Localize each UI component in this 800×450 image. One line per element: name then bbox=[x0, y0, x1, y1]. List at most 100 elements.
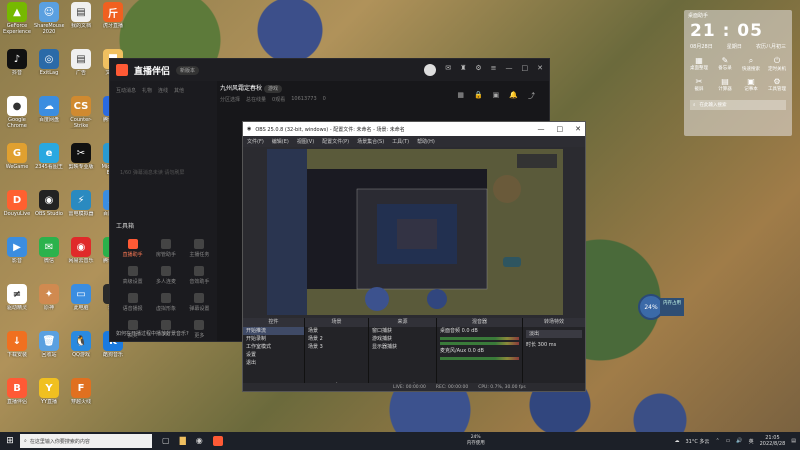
version-badge[interactable]: 新版本 bbox=[176, 65, 200, 75]
tab-gifts[interactable]: 礼物 bbox=[142, 87, 152, 94]
source-item[interactable]: 显示器捕获 bbox=[369, 343, 436, 351]
taskbar-clock[interactable]: 21:05 2022/8/28 bbox=[760, 435, 786, 447]
minimize-icon[interactable]: — bbox=[506, 64, 513, 76]
desktop-icon[interactable]: ▲ GeForce Experience bbox=[2, 2, 32, 42]
desktop-icon[interactable]: ✉ 微信 bbox=[34, 237, 64, 277]
exit-button[interactable]: 退出 bbox=[243, 359, 304, 367]
weather-icon[interactable]: ☁ bbox=[674, 438, 679, 444]
minimize-icon[interactable]: — bbox=[538, 125, 545, 133]
desktop-icon[interactable]: B 直播伴侣 bbox=[2, 378, 32, 418]
desktop-icon[interactable]: ♪ 抖音 bbox=[2, 49, 32, 89]
menu-icon[interactable]: ≡ bbox=[491, 64, 497, 76]
desktop-icon[interactable]: ✦ 原神 bbox=[34, 284, 64, 324]
toolbox-item[interactable]: 多人连麦 bbox=[149, 266, 182, 285]
volume-slider[interactable] bbox=[440, 342, 519, 345]
weather-text[interactable]: 31°C 多云 bbox=[685, 438, 709, 445]
close-icon[interactable]: ✕ bbox=[575, 125, 581, 133]
desktop-icon[interactable]: ✂ 剪映专业版 bbox=[66, 143, 96, 183]
tab-messages[interactable]: 互动消息 bbox=[116, 87, 136, 94]
obs-menu-item[interactable]: 编辑(E) bbox=[272, 138, 289, 145]
widget-tool[interactable]: ⌕ 快速搜索 bbox=[738, 56, 764, 72]
desktop-icon[interactable]: ▤ 广告 bbox=[66, 49, 96, 89]
toolbox-item[interactable]: 主播任务 bbox=[183, 239, 216, 258]
obs-menu-item[interactable]: 视图(V) bbox=[297, 138, 314, 145]
widget-tool[interactable]: ✎ 备忘录 bbox=[712, 56, 738, 72]
shirt-icon[interactable]: ♜ bbox=[460, 64, 466, 76]
desktop-icon[interactable]: ☁百度网盘 bbox=[34, 96, 64, 136]
desktop-icon[interactable]: ☺ ShareMouse 2020 bbox=[34, 2, 64, 42]
widget-tool[interactable]: ▣ 记事本 bbox=[738, 77, 764, 92]
avatar[interactable] bbox=[424, 64, 437, 76]
toolbox-item[interactable]: 直播助手 bbox=[116, 239, 149, 258]
desktop-icon[interactable]: e 2345看图王 bbox=[34, 143, 64, 183]
start-streaming-button[interactable]: 开始推流 bbox=[243, 327, 304, 335]
desktop-icon[interactable]: ● Google Chrome bbox=[2, 96, 32, 136]
toolbox-item[interactable]: 虚拟形象 bbox=[149, 293, 182, 312]
scene-item[interactable]: 场景 2 bbox=[305, 335, 368, 343]
task-view-icon[interactable]: ▢ bbox=[162, 436, 170, 446]
stream-app-taskbar-icon[interactable] bbox=[212, 436, 223, 446]
layout-icon[interactable]: ▦ bbox=[457, 91, 464, 101]
widget-tool[interactable]: ▦ 桌面整理 bbox=[686, 56, 712, 72]
obs-preview-canvas[interactable] bbox=[267, 149, 563, 315]
desktop-icon[interactable]: CSCounter-Strike Global... bbox=[66, 96, 96, 136]
desktop-icon[interactable]: ↓ 下载安装 bbox=[2, 331, 32, 371]
start-recording-button[interactable]: 开始录制 bbox=[243, 335, 304, 343]
desktop-icon[interactable]: 🐧 QQ游戏 bbox=[66, 331, 96, 371]
mail-icon[interactable]: ✉ bbox=[445, 64, 451, 76]
desktop-icon[interactable]: ◉ OBS Studio bbox=[34, 190, 64, 230]
source-item[interactable]: 游戏捕获 bbox=[369, 335, 436, 343]
desktop-icon[interactable]: ◎ ExitLag bbox=[34, 49, 64, 89]
widget-tool[interactable]: ✂ 截屏 bbox=[686, 77, 712, 92]
music-tip-link[interactable]: 如何在开播过程中播放背景音乐? bbox=[116, 330, 189, 337]
obs-menu-item[interactable]: 配置文件(P) bbox=[322, 138, 349, 145]
ime-indicator[interactable]: 英 bbox=[749, 438, 754, 445]
tab-linkmic[interactable]: 连线 bbox=[158, 87, 168, 94]
scene-item[interactable]: 场景 bbox=[305, 327, 368, 335]
desktop-icon[interactable]: ⚡ 雷电模拟器 bbox=[66, 190, 96, 230]
bell-icon[interactable]: 🔔 bbox=[509, 91, 518, 101]
notification-icon[interactable]: ▤ bbox=[791, 438, 796, 444]
obs-menu-item[interactable]: 工具(T) bbox=[392, 138, 409, 145]
maximize-icon[interactable]: □ bbox=[557, 125, 564, 133]
volume-icon[interactable]: 🔊 bbox=[736, 438, 742, 444]
desktop-icon[interactable]: Y YY直播 bbox=[34, 378, 64, 418]
settings-icon[interactable]: ⚙ bbox=[475, 64, 481, 76]
widget-tool[interactable]: ⏻ 定时关机 bbox=[764, 56, 790, 72]
desktop-icon[interactable]: ≠ 驱动精灵 bbox=[2, 284, 32, 324]
source-item[interactable]: 窗口捕获 bbox=[369, 327, 436, 335]
network-icon[interactable]: ▭ bbox=[726, 438, 731, 444]
toolbox-item[interactable]: 弹幕设置 bbox=[183, 293, 216, 312]
desktop-icon[interactable]: D DouyuLive bbox=[2, 190, 32, 230]
scene-item[interactable]: 场景 3 bbox=[305, 343, 368, 351]
widget-tool[interactable]: ⚙ 工具管理 bbox=[764, 77, 790, 92]
widget-tool[interactable]: ▤ 计算器 bbox=[712, 77, 738, 92]
windows-start-icon[interactable]: ⊞ bbox=[0, 436, 20, 446]
save-icon[interactable]: ▣ bbox=[493, 91, 500, 101]
lock-icon[interactable]: 🔒 bbox=[474, 91, 483, 101]
memory-ball-widget[interactable]: 24% 内存占用 bbox=[638, 294, 686, 320]
tab-other[interactable]: 其他 bbox=[174, 87, 184, 94]
obs-menu-item[interactable]: 文件(F) bbox=[247, 138, 264, 145]
studio-mode-button[interactable]: 工作室模式 bbox=[243, 343, 304, 351]
toolbox-item[interactable]: 语音播报 bbox=[116, 293, 149, 312]
desktop-icon[interactable]: ▤ 我的文档 bbox=[66, 2, 96, 42]
duration-field[interactable]: 时长 300 ms bbox=[523, 341, 585, 349]
taskbar-search[interactable]: ⌕ 在这里输入你要搜索的内容 bbox=[20, 434, 152, 448]
desktop-icon[interactable]: ▭ 此电脑 bbox=[66, 284, 96, 324]
desktop-icon[interactable]: 🗑 回收站 bbox=[34, 331, 64, 371]
share-icon[interactable]: ⤴ bbox=[528, 91, 535, 101]
file-explorer-icon[interactable]: ▇ bbox=[180, 436, 186, 446]
toolbox-item[interactable]: 高级设置 bbox=[116, 266, 149, 285]
close-icon[interactable]: ✕ bbox=[537, 64, 543, 76]
widget-search-box[interactable]: ⌕ 在此输入搜索 bbox=[690, 100, 786, 110]
toolbox-item[interactable]: 房管助手 bbox=[149, 239, 182, 258]
desktop-icon[interactable]: F 穿越火线 bbox=[66, 378, 96, 418]
desktop-icon[interactable]: ◉ 网易云音乐 bbox=[66, 237, 96, 277]
settings-button[interactable]: 设置 bbox=[243, 351, 304, 359]
desktop-icon[interactable]: G WeGame bbox=[2, 143, 32, 183]
obs-taskbar-icon[interactable]: ◉ bbox=[196, 436, 203, 446]
obs-menu-item[interactable]: 帮助(H) bbox=[417, 138, 435, 145]
maximize-icon[interactable]: □ bbox=[522, 64, 529, 76]
desktop-icon[interactable]: ▶ 影音 bbox=[2, 237, 32, 277]
